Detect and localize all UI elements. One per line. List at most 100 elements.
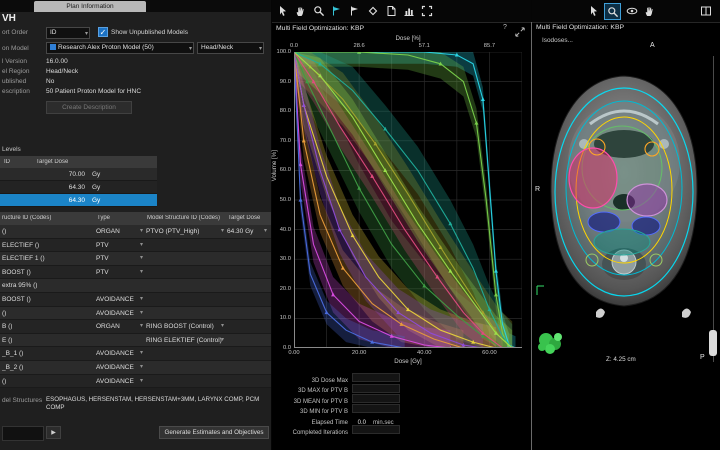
marker-white-icon[interactable]	[347, 3, 362, 18]
published-value: No	[46, 78, 54, 85]
sort-order-dropdown[interactable]: ID ▾	[46, 27, 90, 39]
dvh-optimization-panel: Multi Field Optimization: KBP ? Dose [%]…	[272, 0, 531, 450]
structure-id: E ()	[2, 334, 94, 348]
report-icon[interactable]	[383, 3, 398, 18]
model-structure-dropdown[interactable]: RING BOOST (Control)▾	[146, 320, 226, 334]
slice-slider-handle[interactable]	[709, 330, 717, 356]
structure-type-value: PTV	[96, 269, 109, 276]
structure-type-dropdown[interactable]: ORGAN▾	[96, 225, 145, 239]
structure-id: extra 95% ()	[2, 279, 94, 293]
structure-row[interactable]: B ()ORGAN▾RING BOOST (Control)▾	[0, 320, 271, 334]
dose-level-row[interactable]: 70.00Gy	[0, 168, 157, 181]
slice-position-label: Z: 4.25 cm	[606, 356, 636, 363]
pointer-icon[interactable]	[586, 3, 601, 18]
help-icon[interactable]: ?	[503, 24, 507, 31]
structure-row[interactable]: ()ORGAN▾PTVO (PTV_High)▾64.30 Gy▾	[0, 225, 271, 239]
marker-cyan-icon[interactable]	[329, 3, 344, 18]
dose-unit: Gy	[92, 194, 100, 207]
dropdown-caret-icon: ▾	[140, 293, 143, 307]
region-info-value: Head/Neck	[46, 68, 78, 75]
y-axis-tick: 50.0	[274, 197, 291, 203]
structure-row[interactable]: ELECTIEF ()PTV▾▾	[0, 239, 271, 253]
dropdown-caret-icon: ▾	[140, 266, 143, 280]
zoom-icon[interactable]	[311, 3, 326, 18]
maximize-icon[interactable]	[419, 3, 434, 18]
dose-unit: Gy	[92, 181, 100, 194]
isodoses-dropdown[interactable]: Isodoses...	[542, 37, 573, 44]
structure-row[interactable]: E () RING ELEKTIEF (Control)▾	[0, 334, 271, 348]
structure-type-dropdown[interactable]: PTV▾	[96, 252, 145, 266]
stat-value-box	[352, 394, 400, 403]
structures-header: ructure ID (Codes) Type Model Structure …	[0, 212, 271, 225]
structure-type-dropdown[interactable]: AVOIDANCE▾	[96, 293, 145, 307]
region-dropdown[interactable]: Head/Neck ▾	[197, 42, 264, 54]
ct-axial-view[interactable]	[534, 50, 712, 368]
pointer-icon[interactable]	[275, 3, 290, 18]
structure-type-dropdown[interactable]: AVOIDANCE▾	[96, 347, 145, 361]
header-structure-id: ructure ID (Codes)	[2, 215, 94, 221]
structure-row[interactable]: _B_2 ()AVOIDANCE▾▾	[0, 361, 271, 375]
model-value: Research Alex Proton Model (50)	[58, 44, 154, 51]
dose-level-row[interactable]: 64.30Gy	[0, 181, 157, 194]
structure-id: ()	[2, 225, 94, 239]
start-button[interactable]: ▶	[46, 426, 61, 439]
structure-row[interactable]: ()AVOIDANCE▾▾	[0, 307, 271, 321]
structure-row[interactable]: BOOST ()AVOIDANCE▾▾	[0, 293, 271, 307]
structure-type-dropdown[interactable]: AVOIDANCE▾	[96, 361, 145, 375]
tab-plan-information[interactable]: Plan Information	[34, 1, 146, 12]
chart-icon[interactable]	[401, 3, 416, 18]
structure-type-dropdown[interactable]: AVOIDANCE▾	[96, 307, 145, 321]
panel-title: Multi Field Optimization: KBP	[536, 24, 624, 31]
structure-type-dropdown[interactable]: ORGAN▾	[96, 320, 145, 334]
dose-level-row[interactable]: 64.30 Gy	[0, 194, 157, 207]
zoom-icon[interactable]	[604, 3, 621, 20]
header-target-dose: Target Dose	[228, 215, 260, 221]
dropdown-caret-icon: ▾	[140, 252, 143, 266]
structure-type-dropdown[interactable]: AVOIDANCE▾	[96, 375, 145, 389]
model-structures-value: ESOPHAGUS, HERSENSTAM, HERSENSTAM+3MM, L…	[46, 396, 267, 412]
model-color-swatch	[50, 44, 56, 50]
dvh-chart[interactable]	[294, 52, 522, 348]
structure-type-dropdown[interactable]: PTV ▾	[96, 266, 145, 280]
structure-type-value: AVOIDANCE	[96, 378, 134, 385]
top-axis-tick: 85.7	[477, 43, 501, 49]
structure-row[interactable]: BOOST ()PTV▾▾	[0, 266, 271, 280]
optimization-stat-row: 3D Dose Max	[272, 373, 531, 383]
target-dose-value: 64.30	[69, 194, 85, 207]
structure-id: ()	[2, 307, 94, 321]
show-unpublished-checkbox[interactable]: ✓	[98, 27, 108, 37]
structure-row[interactable]: ELECTIEF 1 ()PTV▾▾	[0, 252, 271, 266]
structure-row[interactable]: extra 95% ()▾	[0, 279, 271, 293]
layout-icon[interactable]	[698, 3, 713, 18]
model-structure-dropdown[interactable]: PTVO (PTV_High)▾	[146, 225, 226, 239]
dropdown-caret-icon: ▾	[221, 334, 224, 348]
structure-row[interactable]: ()AVOIDANCE▾▾	[0, 375, 271, 389]
iterations-field[interactable]	[2, 426, 44, 441]
eye-icon[interactable]	[624, 3, 639, 18]
y-axis-tick: 0.0	[274, 345, 291, 351]
pan-icon[interactable]	[293, 3, 308, 18]
y-axis-tick: 30.0	[274, 256, 291, 262]
y-axis-tick: 100.0	[274, 49, 291, 55]
y-axis-tick: 20.0	[274, 286, 291, 292]
structure-id: ELECTIEF ()	[2, 239, 94, 253]
model-dropdown[interactable]: Research Alex Proton Model (50) ▾	[46, 42, 194, 54]
dropdown-caret-icon: ▾	[264, 225, 267, 239]
target-dose-dropdown[interactable]: 64.30 Gy▾	[227, 225, 269, 239]
generate-estimates-button[interactable]: Generate Estimates and Objectives	[159, 426, 269, 439]
structures-table: ()ORGAN▾PTVO (PTV_High)▾64.30 Gy▾ELECTIE…	[0, 225, 271, 388]
panel-title: Multi Field Optimization: KBP	[276, 25, 364, 32]
pan-icon[interactable]	[642, 3, 657, 18]
optimization-stat-row: 3D MEAN for PTV B	[272, 394, 531, 404]
structure-row[interactable]: _B_1 ()AVOIDANCE▾▾	[0, 347, 271, 361]
structure-id: BOOST ()	[2, 293, 94, 307]
slice-slider-track[interactable]	[713, 56, 714, 362]
levels-header: ID Target Dose	[0, 156, 157, 168]
model-structure-dropdown[interactable]: RING ELEKTIEF (Control)▾	[146, 334, 226, 348]
diamond-icon[interactable]	[365, 3, 380, 18]
create-description-button[interactable]: Create Description	[46, 101, 132, 114]
structure-type-dropdown[interactable]: PTV▾	[96, 239, 145, 253]
play-icon: ▶	[51, 430, 56, 436]
description-label: escription	[2, 88, 30, 95]
dropdown-caret-icon: ▾	[140, 225, 143, 239]
